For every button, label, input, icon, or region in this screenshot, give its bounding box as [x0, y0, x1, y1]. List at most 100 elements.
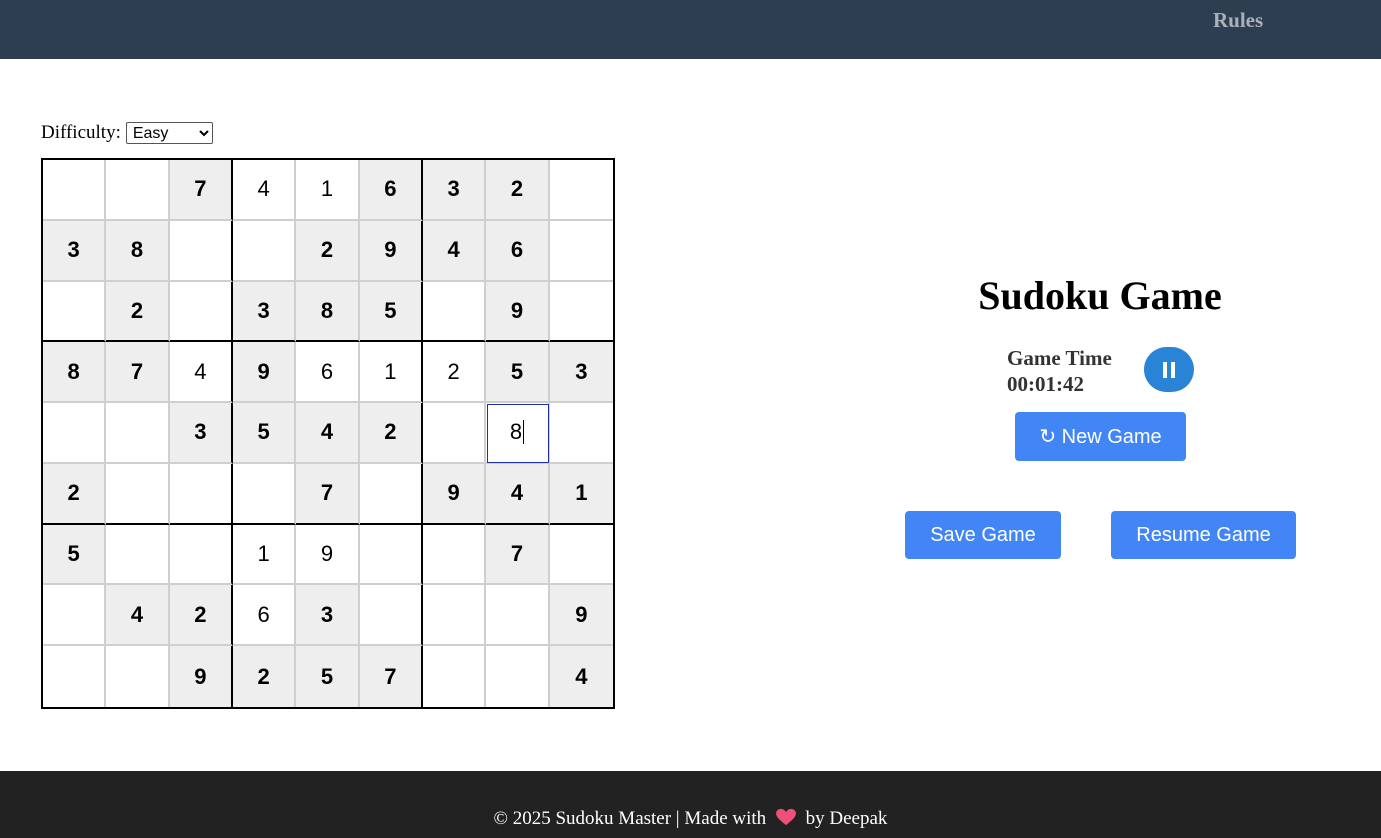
board-cell[interactable]: 9 — [486, 281, 550, 343]
cell-value: 4 — [130, 601, 144, 627]
board-cell[interactable]: 9 — [232, 342, 297, 404]
board-cell[interactable]: 6 — [486, 220, 550, 282]
board-cell[interactable] — [549, 403, 613, 464]
footer-text: © 2025 Sudoku Master | Made with by Deep… — [0, 808, 1381, 830]
board-cell[interactable] — [486, 585, 550, 647]
board-cell[interactable]: 2 — [422, 342, 487, 404]
board-cell[interactable]: 5 — [359, 281, 423, 343]
board-cell[interactable]: 5 — [232, 403, 297, 464]
board-cell[interactable]: 6 — [359, 160, 423, 221]
board-cell[interactable]: 4 — [106, 585, 170, 647]
sudoku-board: 7 4 1 6 3 2 3 8 2 9 4 6 2 3 8 5 9 8 7 4 9 6 1 2 5 3 3 5 4 2 8 2 7 9 4 1 5 1 9 7… — [41, 158, 615, 709]
board-cell[interactable]: 7 — [359, 646, 423, 707]
board-cell[interactable]: 9 — [169, 646, 233, 707]
board-cell[interactable]: 4 — [422, 220, 487, 282]
board-cell[interactable]: 8 — [43, 342, 107, 404]
rules-link[interactable]: Rules — [1213, 8, 1263, 33]
board-cell[interactable]: 1 — [232, 524, 297, 586]
board-cell[interactable]: 2 — [232, 646, 297, 707]
board-cell[interactable]: 6 — [296, 342, 360, 404]
board-cell-selected[interactable]: 8 — [486, 403, 550, 464]
board-cell[interactable] — [549, 524, 613, 586]
board-cell[interactable] — [422, 281, 487, 343]
board-cell[interactable] — [486, 646, 550, 707]
board-cell[interactable] — [359, 585, 423, 647]
board-cell[interactable]: 8 — [106, 220, 170, 282]
board-cell[interactable] — [43, 281, 107, 343]
board-cell[interactable]: 3 — [422, 160, 487, 221]
board-cell[interactable]: 9 — [422, 463, 487, 525]
cell-value: 5 — [320, 663, 334, 689]
board-cell[interactable]: 6 — [232, 585, 297, 647]
board-cell[interactable]: 7 — [169, 160, 233, 221]
board-cell[interactable]: 2 — [106, 281, 170, 343]
board-cell[interactable] — [422, 585, 487, 647]
board-cell[interactable]: 9 — [359, 220, 423, 282]
board-cell[interactable]: 7 — [296, 463, 360, 525]
board-cell[interactable]: 2 — [43, 463, 107, 525]
board-cell[interactable] — [106, 160, 170, 221]
new-game-button[interactable]: ↻ New Game — [1015, 412, 1186, 461]
board-cell[interactable]: 7 — [106, 342, 170, 404]
board-cell[interactable]: 3 — [43, 220, 107, 282]
board-cell[interactable] — [106, 463, 170, 525]
cell-value: 9 — [194, 663, 207, 689]
board-cell[interactable]: 2 — [296, 220, 360, 282]
board-cell[interactable] — [422, 403, 487, 464]
board-cell[interactable] — [549, 160, 613, 221]
board-cell[interactable] — [106, 646, 170, 707]
cell-value: 2 — [447, 358, 460, 384]
board-cell[interactable]: 3 — [296, 585, 360, 647]
board-cell[interactable]: 4 — [296, 403, 360, 464]
board-cell[interactable]: 2 — [359, 403, 423, 464]
resume-game-button[interactable]: Resume Game — [1111, 511, 1296, 559]
board-cell[interactable]: 2 — [486, 160, 550, 221]
board-cell[interactable]: 5 — [43, 524, 107, 586]
board-cell[interactable] — [549, 281, 613, 343]
board-cell[interactable] — [549, 220, 613, 282]
save-game-button[interactable]: Save Game — [905, 511, 1061, 559]
board-cell[interactable] — [422, 524, 487, 586]
cell-value: 2 — [320, 237, 334, 263]
board-cell[interactable]: 3 — [169, 403, 233, 464]
board-cell[interactable]: 4 — [549, 646, 613, 707]
board-cell[interactable]: 5 — [486, 342, 550, 404]
cell-value: 9 — [384, 237, 397, 263]
board-cell[interactable] — [169, 463, 233, 525]
board-cell[interactable] — [106, 403, 170, 464]
board-cell[interactable]: 1 — [296, 160, 360, 221]
board-cell[interactable]: 8 — [296, 281, 360, 343]
board-cell[interactable]: 4 — [232, 160, 297, 221]
board-cell[interactable] — [169, 220, 233, 282]
board-cell[interactable] — [169, 281, 233, 343]
difficulty-select[interactable]: Easy — [125, 122, 213, 144]
cell-value: 2 — [510, 176, 524, 202]
board-cell[interactable]: 3 — [549, 342, 613, 404]
board-cell[interactable]: 4 — [486, 463, 550, 525]
board-cell[interactable]: 1 — [549, 463, 613, 525]
footer-prefix: © 2025 Sudoku Master | Made with — [493, 808, 767, 829]
cell-value: 9 — [510, 297, 524, 323]
pause-button[interactable] — [1144, 347, 1194, 392]
board-cell[interactable] — [359, 524, 423, 586]
board-cell[interactable]: 4 — [169, 342, 233, 404]
cell-value: 7 — [510, 541, 524, 567]
board-cell[interactable] — [43, 160, 107, 221]
board-cell[interactable] — [232, 220, 297, 282]
board-cell[interactable]: 7 — [486, 524, 550, 586]
board-cell[interactable] — [106, 524, 170, 586]
board-cell[interactable] — [359, 463, 423, 525]
board-cell[interactable]: 3 — [232, 281, 297, 343]
board-cell[interactable]: 9 — [296, 524, 360, 586]
board-cell[interactable] — [43, 646, 107, 707]
board-cell[interactable] — [169, 524, 233, 586]
board-cell[interactable]: 1 — [359, 342, 423, 404]
board-cell[interactable] — [232, 463, 297, 525]
board-cell[interactable] — [43, 585, 107, 647]
board-cell[interactable]: 9 — [549, 585, 613, 647]
board-cell[interactable]: 5 — [296, 646, 360, 707]
board-cell[interactable] — [422, 646, 487, 707]
cell-value: 7 — [384, 663, 397, 689]
board-cell[interactable] — [43, 403, 107, 464]
board-cell[interactable]: 2 — [169, 585, 233, 647]
